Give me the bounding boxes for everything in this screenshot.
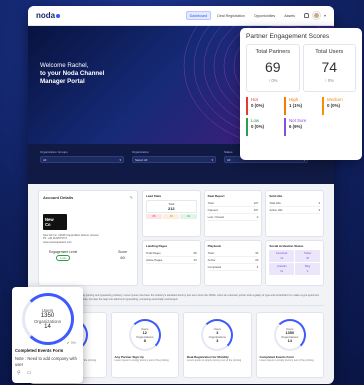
- lead-stats-card: Lead Stats Total 212 86 36 91: [142, 190, 201, 237]
- completion-percent: ✔ 0%: [66, 341, 76, 345]
- chat-icon[interactable]: ▭: [27, 370, 32, 376]
- nav-assets[interactable]: Assets: [281, 12, 298, 19]
- event-card[interactable]: Users 3 Organizations 3 Deal Registration …: [183, 312, 252, 379]
- engagement-badge: Low: [56, 255, 70, 262]
- stats-grid: Lead Stats Total 212 86 36 91 Deal Report…: [142, 190, 324, 286]
- level-hot[interactable]: Hot 0 (0%): [246, 97, 280, 115]
- lead-medium-value: 36: [163, 214, 180, 219]
- card-title: Completed Events Form: [15, 348, 64, 353]
- total-partners-box[interactable]: Total Partners 69 ↑ 0%: [246, 44, 300, 92]
- filter-label: Organization: [132, 150, 150, 154]
- event-card[interactable]: Users 1350 Organizations 14 Completed Even…: [255, 312, 324, 379]
- progress-ring: Users 1350 Organizations 14: [21, 293, 74, 345]
- account-address: New HC Inc. 12626 Copperfield, Athens, G…: [43, 234, 99, 244]
- bell-icon[interactable]: [303, 13, 309, 18]
- total-users-value: 74: [321, 59, 338, 75]
- progress-ring: Users 1350 Organizations 14: [273, 319, 306, 352]
- total-partners-change: ↑ 0%: [268, 78, 278, 83]
- welcome-text: Welcome Rachel, to your Noda Channel Man…: [40, 62, 104, 86]
- filter-label: Organization Groups: [40, 150, 68, 154]
- completed-events-form-card[interactable]: Users 1350 Organizations 14 ✔ 0% Complet…: [12, 287, 83, 383]
- chevron-down-icon: ▾: [119, 157, 121, 162]
- organizations-value: 14: [44, 324, 51, 330]
- filter-organization: Organization Select All ▾: [132, 150, 216, 184]
- nav-opportunities[interactable]: Opportunities: [251, 12, 278, 19]
- top-navigation-bar: noda Dashboard Deal Registration Opportu…: [28, 6, 334, 26]
- nav-dashboard[interactable]: Dashboard: [185, 11, 212, 20]
- organization-groups-select[interactable]: All ▾: [40, 156, 124, 163]
- lead-low-value: 91: [180, 214, 197, 219]
- lead-hot-value: 86: [146, 214, 163, 219]
- engagement-level: Engagement Level Low: [49, 250, 78, 262]
- edit-icon[interactable]: ✎: [130, 195, 133, 200]
- main-nav: Dashboard Deal Registration Opportunitie…: [185, 11, 298, 20]
- engagement-score: Score 60: [118, 250, 127, 261]
- check-icon: ✔: [66, 341, 70, 345]
- organization-select[interactable]: Select All ▾: [132, 156, 216, 163]
- card-note: Note : Need to add company with user: [15, 356, 77, 367]
- progress-ring: Users 12 Organizations 8: [128, 319, 161, 352]
- total-users-change: ↑ 0%: [324, 78, 334, 83]
- company-logo: New Co: [43, 214, 67, 230]
- account-details-card: Account Details ✎ New Co New HC Inc. 126…: [38, 190, 138, 286]
- level-medium[interactable]: Medium 0 (0%): [322, 97, 356, 115]
- deal-report-card: Deal Report Total 107 Opened 107 Lost / Cl…: [203, 190, 263, 237]
- total-partners-value: 69: [264, 59, 281, 75]
- account-details-title: Account Details: [43, 195, 74, 200]
- logo-dot-icon: [56, 13, 61, 18]
- filter-organization-groups: Organization Groups All ▾: [40, 150, 124, 184]
- panel-title: Partner Engagement Scores: [246, 33, 330, 40]
- nav-deal-registration[interactable]: Deal Registration: [214, 12, 248, 19]
- user-avatar[interactable]: [312, 12, 320, 19]
- event-card[interactable]: Users 12 Organizations 8 Any Partner Sign …: [110, 312, 179, 379]
- level-not-sure[interactable]: Not Sure 6 (9%): [284, 118, 318, 136]
- event-card-text: Lorem ipsum is simply dummy text of the …: [187, 359, 242, 363]
- landing-pages-card: Landing Pages Total Pages 68 Active Pages…: [142, 239, 201, 286]
- event-card-text: Lorem ipsum is simply dummy text of the …: [114, 359, 169, 363]
- noda-logo[interactable]: noda: [36, 11, 61, 20]
- pin-icon[interactable]: ⚲: [17, 370, 21, 376]
- event-card-text: Lorem ipsum is simply dummy text of the …: [259, 359, 314, 363]
- partner-engagement-scores-panel: Partner Engagement Scores Total Partners…: [240, 28, 362, 160]
- progress-ring: Users 3 Organizations 3: [201, 319, 234, 352]
- chevron-down-icon: ▾: [211, 157, 213, 162]
- total-users-box[interactable]: Total Users 74 ↑ 0%: [302, 44, 356, 92]
- chevron-down-icon[interactable]: ▾: [324, 13, 326, 18]
- welcome-line-2: to your Noda Channel: [40, 70, 105, 77]
- social-activation-card: Social Activation Status Facebook 12 Twit…: [265, 239, 324, 286]
- level-high[interactable]: High 1 (1%): [284, 97, 318, 115]
- welcome-line-3: Manager Portal: [40, 78, 85, 85]
- welcome-line-1: Welcome Rachel,: [40, 62, 89, 69]
- playbook-card: Playbook Total 33 Active 20 Completed 6: [203, 239, 263, 286]
- sold-hits-card: Sold Hits Total Hits 3 Active Hits 3: [265, 190, 324, 237]
- level-low[interactable]: Low 0 (0%): [246, 118, 280, 136]
